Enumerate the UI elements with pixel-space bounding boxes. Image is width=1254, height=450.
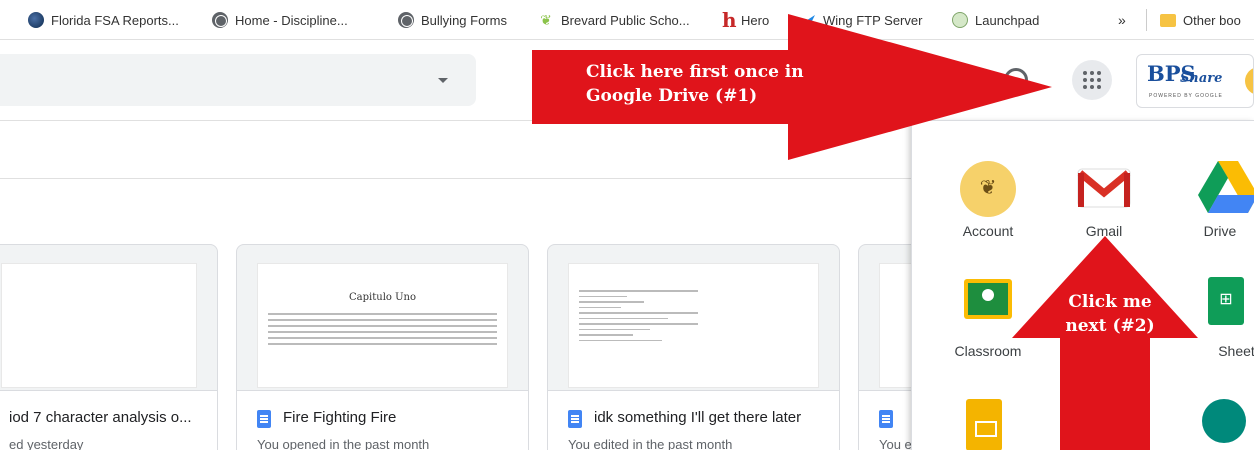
thumbnail-line [579, 306, 621, 308]
document-info: iod 7 character analysis o... ed yesterd… [0, 390, 217, 450]
red-arrow-up-icon [1012, 236, 1198, 450]
document-activity: You opened in the past month [257, 437, 430, 450]
account-icon [960, 161, 1016, 217]
meet-icon [1202, 399, 1246, 443]
slides-icon [966, 399, 1002, 450]
grid-dot [1083, 78, 1087, 82]
drive-icon [1198, 161, 1254, 213]
overflow-chevron-icon: » [1118, 12, 1126, 28]
document-activity: You e [879, 437, 912, 450]
classroom-icon [964, 279, 1012, 319]
logo-share-text: Share [1180, 71, 1223, 86]
thumbnail-text [579, 290, 698, 345]
folder-icon [1160, 13, 1176, 27]
annotation-line: Click here first once in [586, 62, 804, 82]
grid-dot [1090, 78, 1094, 82]
grid-dot [1097, 78, 1101, 82]
bookmark-bullying-forms[interactable]: Bullying Forms [398, 0, 507, 39]
grid-dot [1083, 85, 1087, 89]
grid-dot [1083, 71, 1087, 75]
grid-dot [1097, 85, 1101, 89]
account-avatar[interactable] [1245, 67, 1253, 95]
grid-dot [1090, 71, 1094, 75]
google-apps-button[interactable] [1072, 60, 1112, 100]
document-title: Fire Fighting Fire [283, 409, 397, 426]
document-activity: You edited in the past month [568, 437, 733, 450]
thumbnail-line [268, 331, 497, 333]
bookmark-label: Home - Discipline... [235, 12, 348, 28]
bookmarks-overflow-button[interactable]: » [1118, 0, 1126, 39]
bps-share-logo[interactable]: BPS Share POWERED BY GOOGLE [1136, 54, 1254, 108]
thumbnail-line [579, 334, 633, 336]
thumbnail-line [579, 312, 698, 314]
bookmark-other-bookmarks[interactable]: Other boo [1160, 0, 1241, 39]
bookmark-label: Other boo [1183, 12, 1241, 28]
thumbnail-line [579, 323, 698, 325]
logo-powered-text: POWERED BY GOOGLE [1149, 93, 1223, 99]
grid-dot [1090, 85, 1094, 89]
document-card[interactable]: iod 7 character analysis o... ed yesterd… [0, 244, 218, 450]
annotation-arrow-1: Click here first once in Google Drive (#… [532, 14, 1052, 160]
thumbnail-line [579, 328, 651, 330]
document-thumbnail: Capitulo Uno [257, 263, 508, 388]
document-title: iod 7 character analysis o... [9, 409, 192, 426]
thumbnail-line [268, 325, 497, 327]
search-options-dropdown-icon[interactable] [438, 78, 448, 83]
bookmark-home-discipline[interactable]: Home - Discipline... [212, 0, 348, 39]
thumbnail-line [579, 290, 698, 292]
google-docs-icon [879, 410, 893, 428]
annotation-line: Click me [1068, 292, 1152, 312]
thumbnail-line [579, 339, 663, 341]
globe-icon [212, 12, 228, 28]
google-docs-icon [568, 410, 582, 428]
thumbnail-line [268, 319, 497, 321]
thumbnail-line [268, 337, 497, 339]
annotation-text-2: Click me next (#2) [1050, 290, 1170, 338]
app-label: Sheets [1218, 343, 1254, 359]
document-title: idk something I'll get there later [594, 409, 802, 426]
document-info: Fire Fighting Fire You opened in the pas… [237, 390, 528, 450]
bookmark-florida-fsa[interactable]: Florida FSA Reports... [28, 0, 179, 39]
annotation-text-1: Click here first once in Google Drive (#… [586, 60, 886, 108]
annotation-arrow-2: Click me next (#2) [1012, 236, 1198, 450]
annotation-line: next (#2) [1065, 316, 1155, 336]
section-divider [0, 178, 915, 179]
bookmarks-divider [1146, 9, 1147, 31]
sheets-icon [1208, 277, 1244, 325]
classroom-board [968, 283, 1008, 315]
globe-icon [398, 12, 414, 28]
document-activity: ed yesterday [9, 437, 84, 450]
bookmark-label: Florida FSA Reports... [51, 12, 179, 28]
annotation-line: Google Drive (#1) [586, 86, 758, 106]
document-card[interactable]: idk something I'll get there later You e… [547, 244, 840, 450]
thumbnail-text: Capitulo Uno [268, 274, 497, 349]
document-info: idk something I'll get there later You e… [548, 390, 839, 450]
thumbnail-line [579, 295, 627, 297]
thumbnail-line [268, 313, 497, 315]
thumbnail-line [268, 343, 497, 345]
document-thumbnail [568, 263, 819, 388]
bookmark-label: Bullying Forms [421, 12, 507, 28]
thumbnail-line [579, 317, 669, 319]
globe-dark-icon [28, 12, 44, 28]
google-docs-icon [257, 410, 271, 428]
document-thumbnail [1, 263, 197, 388]
thumbnail-line [579, 301, 645, 303]
grid-dot [1097, 71, 1101, 75]
document-card[interactable]: Capitulo Uno Fire Fighting Fire You open… [236, 244, 529, 450]
search-input[interactable] [0, 54, 476, 106]
thumbnail-doc-heading: Capitulo Uno [349, 292, 416, 303]
gmail-icon [1077, 168, 1131, 208]
